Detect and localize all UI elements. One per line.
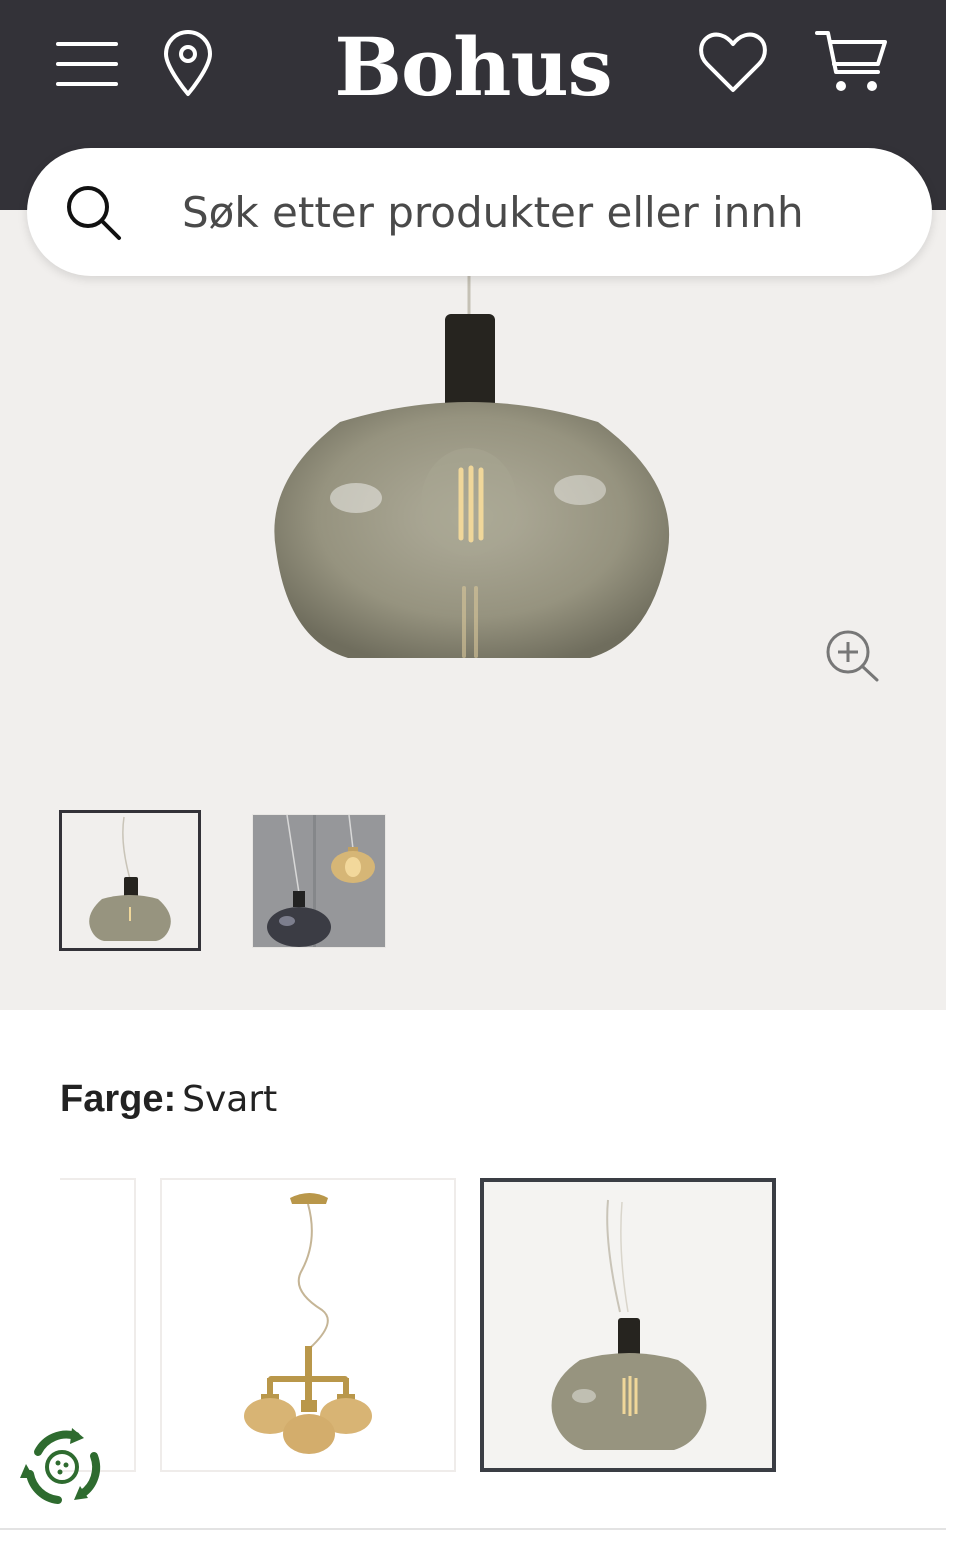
zoom-in-icon[interactable] [824,628,882,684]
product-main-image[interactable] [240,270,710,680]
thumbnail-2-image [253,815,385,947]
color-swatch-black[interactable] [480,1178,776,1472]
brand-logo[interactable]: Bohus [0,22,946,112]
thumbnail-1-image [89,816,171,941]
color-swatch-brass[interactable] [160,1178,456,1472]
section-divider [0,1528,946,1530]
color-label-key: Farge: [60,1078,177,1120]
search-bar[interactable] [27,148,932,276]
color-variant-label: Farge: Svart [60,1078,277,1121]
page-edge [946,0,960,1545]
heart-icon[interactable] [698,32,768,94]
swatch-black-image [484,1182,772,1468]
product-gallery [0,210,946,1010]
shopping-cart-icon[interactable] [814,28,890,96]
swatch-brass-image [244,1193,372,1454]
color-label-value: Svart [182,1079,278,1120]
recycle-icon[interactable] [18,1422,108,1512]
search-icon[interactable] [65,184,123,242]
gallery-thumbnail-2[interactable] [252,814,386,948]
search-input[interactable] [182,182,902,242]
gallery-thumbnail-1[interactable] [59,810,201,951]
